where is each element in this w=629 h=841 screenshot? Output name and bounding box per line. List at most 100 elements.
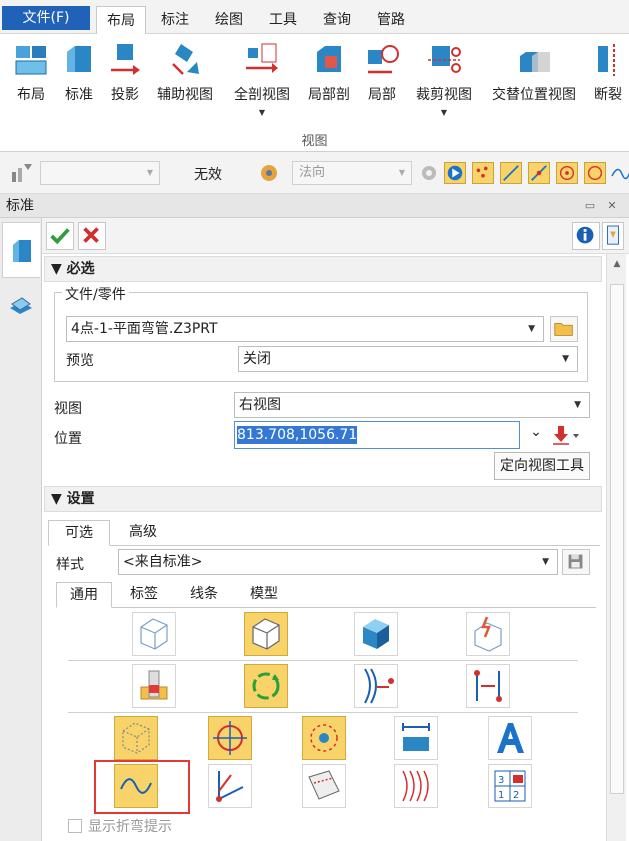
property-panel: ▼ 必选 文件/零件 4点-1-平面弯管.Z3PRT ▼ 预览 关闭 ▼ 视图 右视…: [42, 218, 629, 841]
save-icon: [568, 554, 583, 569]
table-icon[interactable]: 3 12: [488, 764, 532, 808]
gear-icon[interactable]: [418, 162, 440, 184]
folder-icon: [554, 323, 573, 336]
chevron-down-icon: ▼: [528, 324, 535, 334]
menu-tab-piping[interactable]: 管路: [368, 6, 414, 34]
points-filter-icon[interactable]: [472, 162, 494, 184]
menu-tab-query[interactable]: 查询: [314, 6, 360, 34]
hatch-arcs-icon[interactable]: [394, 764, 438, 808]
tab-advanced[interactable]: 高级: [112, 520, 174, 546]
filter-combo[interactable]: ▼: [40, 161, 160, 185]
projection-icon: [111, 44, 140, 75]
menu-tab-layout[interactable]: 布局: [96, 6, 146, 35]
curve-filter-icon[interactable]: [610, 162, 629, 184]
style-select[interactable]: <来自标准> ▼: [118, 549, 558, 575]
crop-view-button[interactable]: 裁剪视图 ▼: [410, 42, 478, 132]
show-bend-hint-label: 显示折弯提示: [88, 819, 172, 835]
settings-section-header[interactable]: ▼ 设置: [44, 486, 602, 512]
tab-labels[interactable]: 标签: [116, 582, 172, 608]
line-filter-icon[interactable]: [500, 162, 522, 184]
chevron-down-icon[interactable]: ▼: [228, 108, 296, 117]
chevron-down-icon: ▼: [562, 354, 569, 364]
shaded-edges-icon[interactable]: [466, 612, 510, 656]
tab-model[interactable]: 模型: [236, 582, 292, 608]
angle-icon[interactable]: [208, 764, 252, 808]
detail-view-icon: [368, 45, 399, 74]
dimension-lines-icon[interactable]: [466, 664, 510, 708]
minimize-icon[interactable]: ▭: [582, 198, 598, 214]
position-input[interactable]: 813.708,1056.71: [234, 421, 520, 449]
detail-view-button[interactable]: 局部: [362, 42, 402, 132]
panel-title: 标准: [6, 198, 34, 214]
sheet-icon[interactable]: [302, 764, 346, 808]
required-section-header[interactable]: ▼ 必选: [44, 256, 602, 282]
cylinder-icon[interactable]: [132, 664, 176, 708]
curve-arrow-icon[interactable]: [354, 664, 398, 708]
file-select[interactable]: 4点-1-平面弯管.Z3PRT ▼: [66, 316, 544, 342]
text-annotation-icon[interactable]: [488, 716, 532, 760]
center-filter-icon[interactable]: [556, 162, 578, 184]
local-section-button[interactable]: 局部剖: [304, 42, 354, 132]
view-select[interactable]: 右视图 ▼: [234, 392, 590, 418]
grid-divider: [68, 660, 578, 661]
help-button[interactable]: [602, 222, 624, 250]
shaded-icon[interactable]: [354, 612, 398, 656]
side-tab-layers[interactable]: [2, 284, 40, 340]
alternate-position-view-button[interactable]: 交替位置视图: [486, 42, 582, 132]
ribbon-group-label: 视图: [301, 134, 328, 149]
full-section-view-button[interactable]: 全剖视图 ▼: [228, 42, 296, 132]
standard-view-button[interactable]: 标准: [58, 42, 100, 132]
left-strip: [0, 218, 42, 841]
menu-tab-draw[interactable]: 绘图: [206, 6, 252, 34]
layout-button[interactable]: 布局: [8, 42, 54, 132]
wireframe-icon[interactable]: [132, 612, 176, 656]
projection-button[interactable]: 投影: [104, 42, 146, 132]
pick-point-icon[interactable]: [550, 424, 580, 446]
midpoint-filter-icon[interactable]: [528, 162, 550, 184]
help-icon: [607, 225, 619, 245]
toolbar: ▼ 无效 法向 ▼: [0, 152, 629, 194]
preview-select[interactable]: 关闭 ▼: [238, 346, 578, 372]
scroll-thumb[interactable]: [610, 284, 624, 794]
menu-file[interactable]: 文件(F): [2, 6, 90, 30]
orient-view-tool-button[interactable]: 定向视图工具: [494, 452, 590, 480]
chevron-down-icon: ▼: [146, 168, 153, 177]
menu-tab-annotate[interactable]: 标注: [152, 6, 198, 34]
tab-general[interactable]: 通用: [56, 582, 112, 608]
auxiliary-view-icon: [172, 44, 199, 75]
break-view-button[interactable]: 断裂: [590, 42, 626, 132]
side-tab-standard[interactable]: [2, 222, 40, 278]
auxiliary-view-button[interactable]: 辅助视图: [152, 42, 218, 132]
view-style-icon[interactable]: [258, 162, 280, 184]
ribbon: 布局 标准 投影 辅助视图 全剖视图 ▼ 局部剖 局部 裁剪视图 ▼ 交替位置视…: [0, 34, 629, 152]
save-style-button[interactable]: [562, 549, 590, 575]
show-bend-hint-checkbox[interactable]: [68, 819, 82, 833]
menu-tab-tools[interactable]: 工具: [260, 6, 306, 34]
position-label: 位置: [54, 431, 82, 447]
width-dimension-icon[interactable]: [394, 716, 438, 760]
tab-optional[interactable]: 可选: [48, 520, 110, 546]
local-section-icon: [317, 46, 341, 72]
close-icon[interactable]: ✕: [604, 198, 620, 214]
scroll-up-icon[interactable]: ▲: [609, 256, 625, 272]
cancel-button[interactable]: [78, 222, 106, 250]
browse-button[interactable]: [550, 316, 578, 342]
bolt-circle-icon[interactable]: [302, 716, 346, 760]
scrollbar[interactable]: ▲: [606, 254, 626, 841]
refresh-icon[interactable]: [244, 664, 288, 708]
filter-icon[interactable]: [10, 162, 32, 184]
tab-lines[interactable]: 线条: [176, 582, 232, 608]
full-section-view-icon: [246, 43, 278, 73]
center-mark-icon[interactable]: [208, 716, 252, 760]
chevron-down-icon[interactable]: ▼: [410, 108, 478, 117]
confirm-button[interactable]: [46, 222, 74, 250]
direction-combo[interactable]: 法向 ▼: [292, 161, 412, 185]
bounding-box-icon[interactable]: [114, 716, 158, 760]
circle-filter-icon[interactable]: [584, 162, 606, 184]
info-button[interactable]: [572, 222, 600, 250]
preview-label: 预览: [66, 353, 94, 369]
expand-options-icon[interactable]: ⌄: [526, 424, 546, 446]
play-filter-icon[interactable]: [444, 162, 466, 184]
tab-divider: [110, 545, 600, 546]
hidden-line-icon[interactable]: [244, 612, 288, 656]
